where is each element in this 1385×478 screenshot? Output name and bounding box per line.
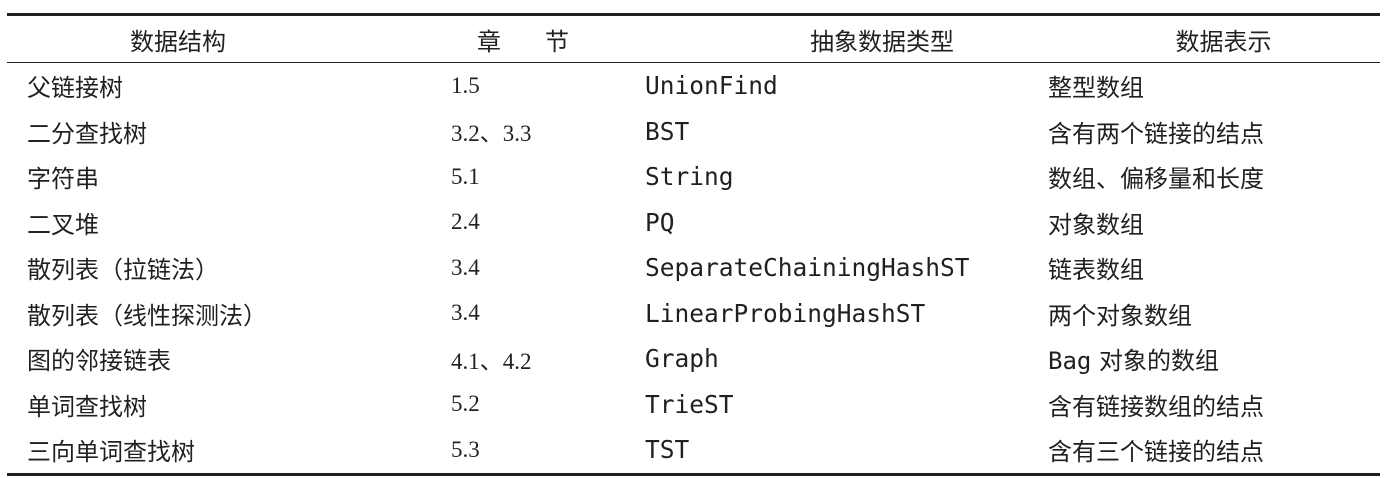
cell-representation: 链表数组 [1048, 256, 1144, 285]
cell-section: 5.2 [451, 391, 480, 417]
cell-representation: 对象数组 [1048, 210, 1144, 239]
cell-representation-text: 对象的数组 [1091, 347, 1219, 376]
cell-section: 3.4 [451, 300, 480, 326]
cell-representation: 含有两个链接的结点 [1048, 119, 1264, 148]
cell-section: 1.5 [451, 72, 480, 98]
cell-section: 5.3 [451, 436, 480, 462]
cell-adt: PQ [645, 207, 675, 237]
cell-representation-code: Bag [1048, 347, 1092, 376]
data-structures-table: 数据结构 章节 抽象数据类型 数据表示 父链接树 1.5 UnionFind 整… [7, 13, 1380, 476]
cell-adt: TST [645, 435, 690, 465]
table-row: 图的邻接链表 4.1、4.2 Graph Bag 对象的数组 [7, 336, 1380, 382]
cell-section: 5.1 [451, 163, 480, 189]
header-section-b: 节 [545, 27, 569, 56]
cell-structure: 单词查找树 [27, 392, 147, 421]
cell-structure: 图的邻接链表 [27, 347, 171, 376]
cell-adt: Graph [645, 344, 719, 374]
table-row: 散列表（拉链法） 3.4 SeparateChainingHashST 链表数组 [7, 245, 1380, 291]
cell-representation: 整型数组 [1048, 74, 1144, 103]
cell-representation: 数组、偏移量和长度 [1048, 165, 1264, 194]
cell-section: 4.1、4.2 [451, 348, 532, 374]
table-row: 三向单词查找树 5.3 TST 含有三个链接的结点 [7, 427, 1380, 473]
cell-structure: 散列表（拉链法） [27, 256, 219, 285]
table-row: 父链接树 1.5 UnionFind 整型数组 [7, 63, 1380, 109]
cell-representation: 含有三个链接的结点 [1048, 438, 1264, 467]
cell-section: 3.4 [451, 254, 480, 280]
cell-representation: 两个对象数组 [1048, 301, 1192, 330]
table-row: 二叉堆 2.4 PQ 对象数组 [7, 200, 1380, 246]
table-row: 二分查找树 3.2、3.3 BST 含有两个链接的结点 [7, 109, 1380, 155]
table-row: 单词查找树 5.2 TrieST 含有链接数组的结点 [7, 382, 1380, 428]
cell-structure: 散列表（线性探测法） [27, 301, 267, 330]
cell-structure: 二分查找树 [27, 119, 147, 148]
cell-structure: 三向单词查找树 [27, 438, 195, 467]
header-structure: 数据结构 [130, 27, 226, 56]
cell-section: 2.4 [451, 209, 480, 235]
header-adt: 抽象数据类型 [810, 27, 954, 56]
cell-adt: LinearProbingHashST [645, 298, 926, 328]
cell-structure: 字符串 [27, 165, 99, 194]
cell-representation: Bag 对象的数组 [1022, 341, 1380, 376]
table-row: 散列表（线性探测法） 3.4 LinearProbingHashST 两个对象数… [7, 291, 1380, 337]
table-row: 字符串 5.1 String 数组、偏移量和长度 [7, 154, 1380, 200]
table-header: 数据结构 章节 抽象数据类型 数据表示 [7, 16, 1380, 63]
cell-structure: 二叉堆 [27, 210, 99, 239]
header-representation: 数据表示 [1175, 27, 1272, 56]
cell-adt: UnionFind [645, 71, 778, 101]
cell-adt: TrieST [645, 389, 734, 419]
cell-adt: String [645, 162, 734, 192]
cell-adt: BST [645, 116, 690, 146]
header-section: 章节 [349, 22, 697, 57]
cell-representation: 含有链接数组的结点 [1048, 392, 1264, 421]
header-section-a: 章 [477, 27, 501, 56]
cell-structure: 父链接树 [27, 74, 123, 103]
cell-section: 3.2、3.3 [451, 121, 532, 147]
cell-adt: SeparateChainingHashST [645, 253, 970, 283]
